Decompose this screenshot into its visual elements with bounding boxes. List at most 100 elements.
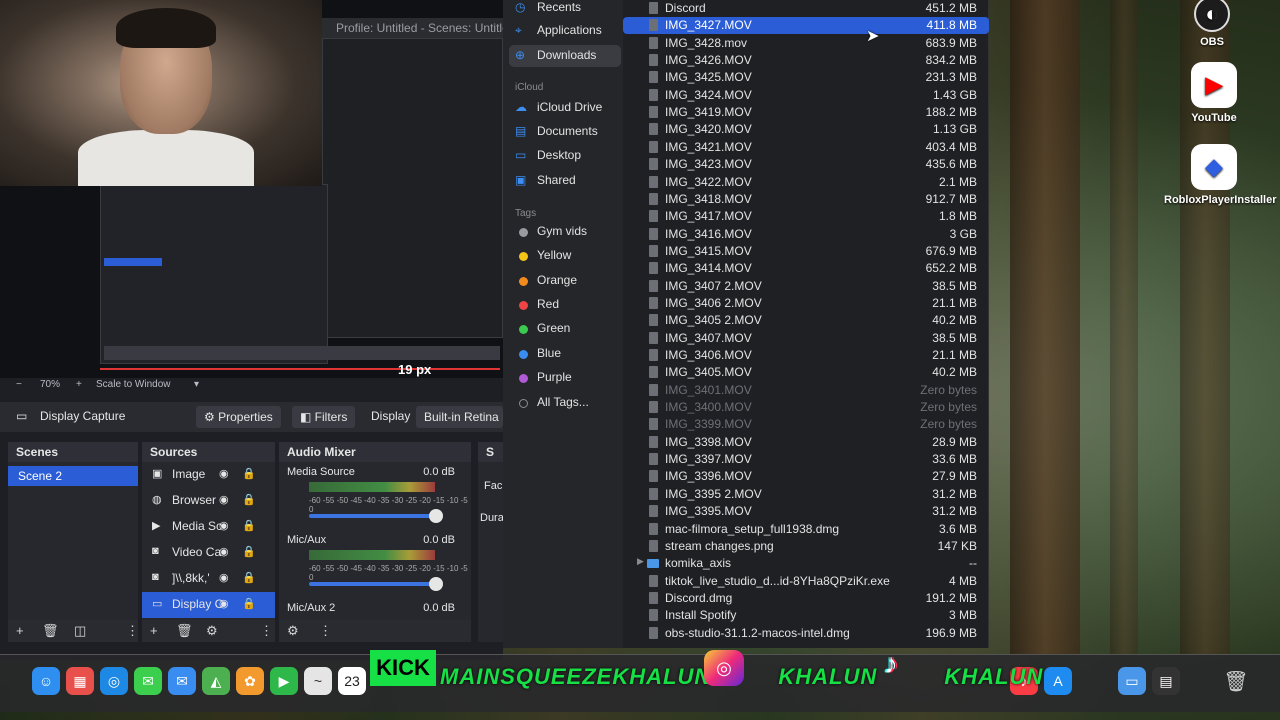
gear-icon[interactable]: ⚙	[287, 623, 299, 639]
sidebar-item-recents[interactable]: ◷ Recents	[515, 0, 581, 22]
sidebar-tag-item[interactable]: Orange	[515, 273, 577, 295]
sidebar-item-downloads[interactable]: ⊕ Downloads	[509, 45, 621, 67]
sidebar-tag-item[interactable]: Purple	[515, 370, 572, 392]
lock-icon[interactable]: 🔒	[242, 519, 256, 532]
lock-icon[interactable]: 🔒	[242, 597, 256, 610]
mail-app-icon[interactable]: ✉	[168, 667, 196, 695]
file-row[interactable]: tiktok_live_studio_d...id-8YHa8QPziKr.ex…	[623, 573, 989, 590]
filters-button[interactable]: ◧ Filters	[292, 406, 356, 428]
source-item-selected[interactable]: ▭ Display C ◉ 🔒	[142, 592, 275, 618]
desktop-icon-obs[interactable]: ◐ OBS	[1162, 0, 1262, 48]
source-item[interactable]: ◙ Video Ca ◉ 🔒	[142, 540, 275, 566]
remove-scene-button[interactable]: 🗑	[42, 623, 59, 639]
zoom-out-button[interactable]: −	[16, 379, 22, 390]
file-row[interactable]: IMG_3426.MOV 834.2 MB	[623, 52, 989, 69]
add-scene-button[interactable]: +	[16, 623, 24, 638]
sidebar-item-icloud-drive[interactable]: ☁ iCloud Drive	[515, 100, 602, 122]
file-row[interactable]: IMG_3420.MOV 1.13 GB	[623, 121, 989, 138]
folder-app-icon[interactable]: ▭	[1118, 667, 1146, 695]
scale-mode-select[interactable]: Scale to Window	[96, 379, 170, 390]
app-store-app-icon[interactable]: A	[1044, 667, 1072, 695]
filter-scene-button[interactable]: ◫	[74, 623, 86, 639]
source-item[interactable]: ▶ Media Sc ◉ 🔒	[142, 514, 275, 540]
sidebar-tag-item[interactable]: Yellow	[515, 248, 571, 270]
sidebar-tag-item[interactable]: Gym vids	[515, 224, 587, 246]
visibility-eye-icon[interactable]: ◉	[219, 519, 229, 532]
file-row[interactable]: IMG_3395 2.MOV 31.2 MB	[623, 486, 989, 503]
file-row-selected[interactable]: IMG_3427.MOV 411.8 MB	[623, 17, 989, 35]
file-row[interactable]: IMG_3415.MOV 676.9 MB	[623, 243, 989, 260]
more-menu-icon[interactable]: ⋮	[260, 623, 273, 639]
file-row[interactable]: IMG_3405 2.MOV 40.2 MB	[623, 312, 989, 329]
gear-icon[interactable]: ⚙	[206, 623, 218, 639]
lock-icon[interactable]: 🔒	[242, 571, 256, 584]
visibility-eye-icon[interactable]: ◉	[219, 545, 229, 558]
sidebar-item-desktop[interactable]: ▭ Desktop	[515, 148, 581, 170]
file-row[interactable]: IMG_3400.MOV Zero bytes	[623, 399, 989, 416]
zoom-level[interactable]: 70%	[40, 379, 60, 390]
more-menu-icon[interactable]: ⋮	[126, 623, 139, 639]
safari-app-icon[interactable]: ◎	[100, 667, 128, 695]
file-row[interactable]: IMG_3397.MOV 33.6 MB	[623, 451, 989, 468]
chevron-down-icon[interactable]: ▾	[194, 379, 199, 390]
file-row[interactable]: IMG_3405.MOV 40.2 MB	[623, 364, 989, 381]
desktop-icon-roblox[interactable]: ◆ RobloxPlayerInstaller	[1164, 144, 1277, 206]
display-select[interactable]: Built-in Retina Di	[416, 406, 503, 428]
volume-slider[interactable]	[309, 582, 435, 586]
file-row[interactable]: IMG_3396.MOV 27.9 MB	[623, 468, 989, 485]
lock-icon[interactable]: 🔒	[242, 467, 256, 480]
visibility-eye-icon[interactable]: ◉	[219, 597, 229, 610]
disclosure-triangle-icon[interactable]: ▶	[637, 556, 644, 567]
sidebar-tag-item[interactable]: All Tags...	[515, 395, 589, 417]
facetime-app-icon[interactable]: ▶	[270, 667, 298, 695]
maps-app-icon[interactable]: ◭	[202, 667, 230, 695]
zoom-in-button[interactable]: +	[76, 379, 82, 390]
freeform-app-icon[interactable]: ~	[304, 667, 332, 695]
source-item[interactable]: ◍ Browser ◉ 🔒	[142, 488, 275, 514]
add-source-button[interactable]: +	[150, 623, 158, 638]
file-row[interactable]: IMG_3407.MOV 38.5 MB	[623, 330, 989, 347]
sidebar-tag-item[interactable]: Green	[515, 321, 570, 343]
file-row[interactable]: IMG_3417.MOV 1.8 MB	[623, 208, 989, 225]
trash-icon[interactable]: 🗑	[1222, 667, 1250, 695]
file-row[interactable]: IMG_3399.MOV Zero bytes	[623, 416, 989, 433]
file-row[interactable]: IMG_3419.MOV 188.2 MB	[623, 104, 989, 121]
volume-slider-handle[interactable]	[429, 509, 443, 523]
source-item[interactable]: ◙]\\,8kk,' ◉ 🔒	[142, 566, 275, 592]
lock-icon[interactable]: 🔒	[242, 545, 256, 558]
more-menu-icon[interactable]: ⋮	[319, 623, 332, 639]
file-row[interactable]: Discord 451.2 MB	[623, 0, 989, 17]
remove-source-button[interactable]: 🗑	[176, 623, 193, 639]
file-row[interactable]: IMG_3423.MOV 435.6 MB	[623, 156, 989, 173]
properties-button[interactable]: ⚙ Properties	[196, 406, 281, 428]
file-row[interactable]: IMG_3428.mov 683.9 MB	[623, 35, 989, 52]
file-row[interactable]: IMG_3401.MOV Zero bytes	[623, 382, 989, 399]
file-row[interactable]: IMG_3425.MOV 231.3 MB	[623, 69, 989, 86]
finder-app-icon[interactable]: ☺	[32, 667, 60, 695]
file-row[interactable]: IMG_3406.MOV 21.1 MB	[623, 347, 989, 364]
file-row[interactable]: IMG_3416.MOV 3 GB	[623, 226, 989, 243]
source-item[interactable]: ▣ Image ◉ 🔒	[142, 462, 275, 488]
file-row[interactable]: mac-filmora_setup_full1938.dmg 3.6 MB	[623, 521, 989, 538]
file-row[interactable]: IMG_3418.MOV 912.7 MB	[623, 191, 989, 208]
file-row[interactable]: IMG_3414.MOV 652.2 MB	[623, 260, 989, 277]
file-row[interactable]: IMG_3407 2.MOV 38.5 MB	[623, 278, 989, 295]
messages-app-icon[interactable]: ✉	[134, 667, 162, 695]
photos-app-icon[interactable]: ✿	[236, 667, 264, 695]
lock-icon[interactable]: 🔒	[242, 493, 256, 506]
calendar-app-icon[interactable]: 23	[338, 667, 366, 695]
sidebar-item-documents[interactable]: ▤ Documents	[515, 124, 598, 146]
sidebar-item-applications[interactable]: ⌖ Applications	[515, 23, 602, 45]
volume-slider-handle[interactable]	[429, 577, 443, 591]
file-row[interactable]: ▶ komika_axis --	[623, 555, 989, 572]
launchpad-app-icon[interactable]: ▦	[66, 667, 94, 695]
file-row[interactable]: obs-studio-31.1.2-macos-intel.dmg 196.9 M…	[623, 625, 989, 642]
visibility-eye-icon[interactable]: ◉	[219, 571, 229, 584]
sidebar-item-shared[interactable]: ▣ Shared	[515, 173, 576, 195]
file-row[interactable]: IMG_3395.MOV 31.2 MB	[623, 503, 989, 520]
file-row[interactable]: Discord.dmg 191.2 MB	[623, 590, 989, 607]
file-row[interactable]: stream changes.png 147 KB	[623, 538, 989, 555]
file-row[interactable]: IMG_3406 2.MOV 21.1 MB	[623, 295, 989, 312]
file-row[interactable]: IMG_3424.MOV 1.43 GB	[623, 87, 989, 104]
file-row[interactable]: IMG_3422.MOV 2.1 MB	[623, 174, 989, 191]
